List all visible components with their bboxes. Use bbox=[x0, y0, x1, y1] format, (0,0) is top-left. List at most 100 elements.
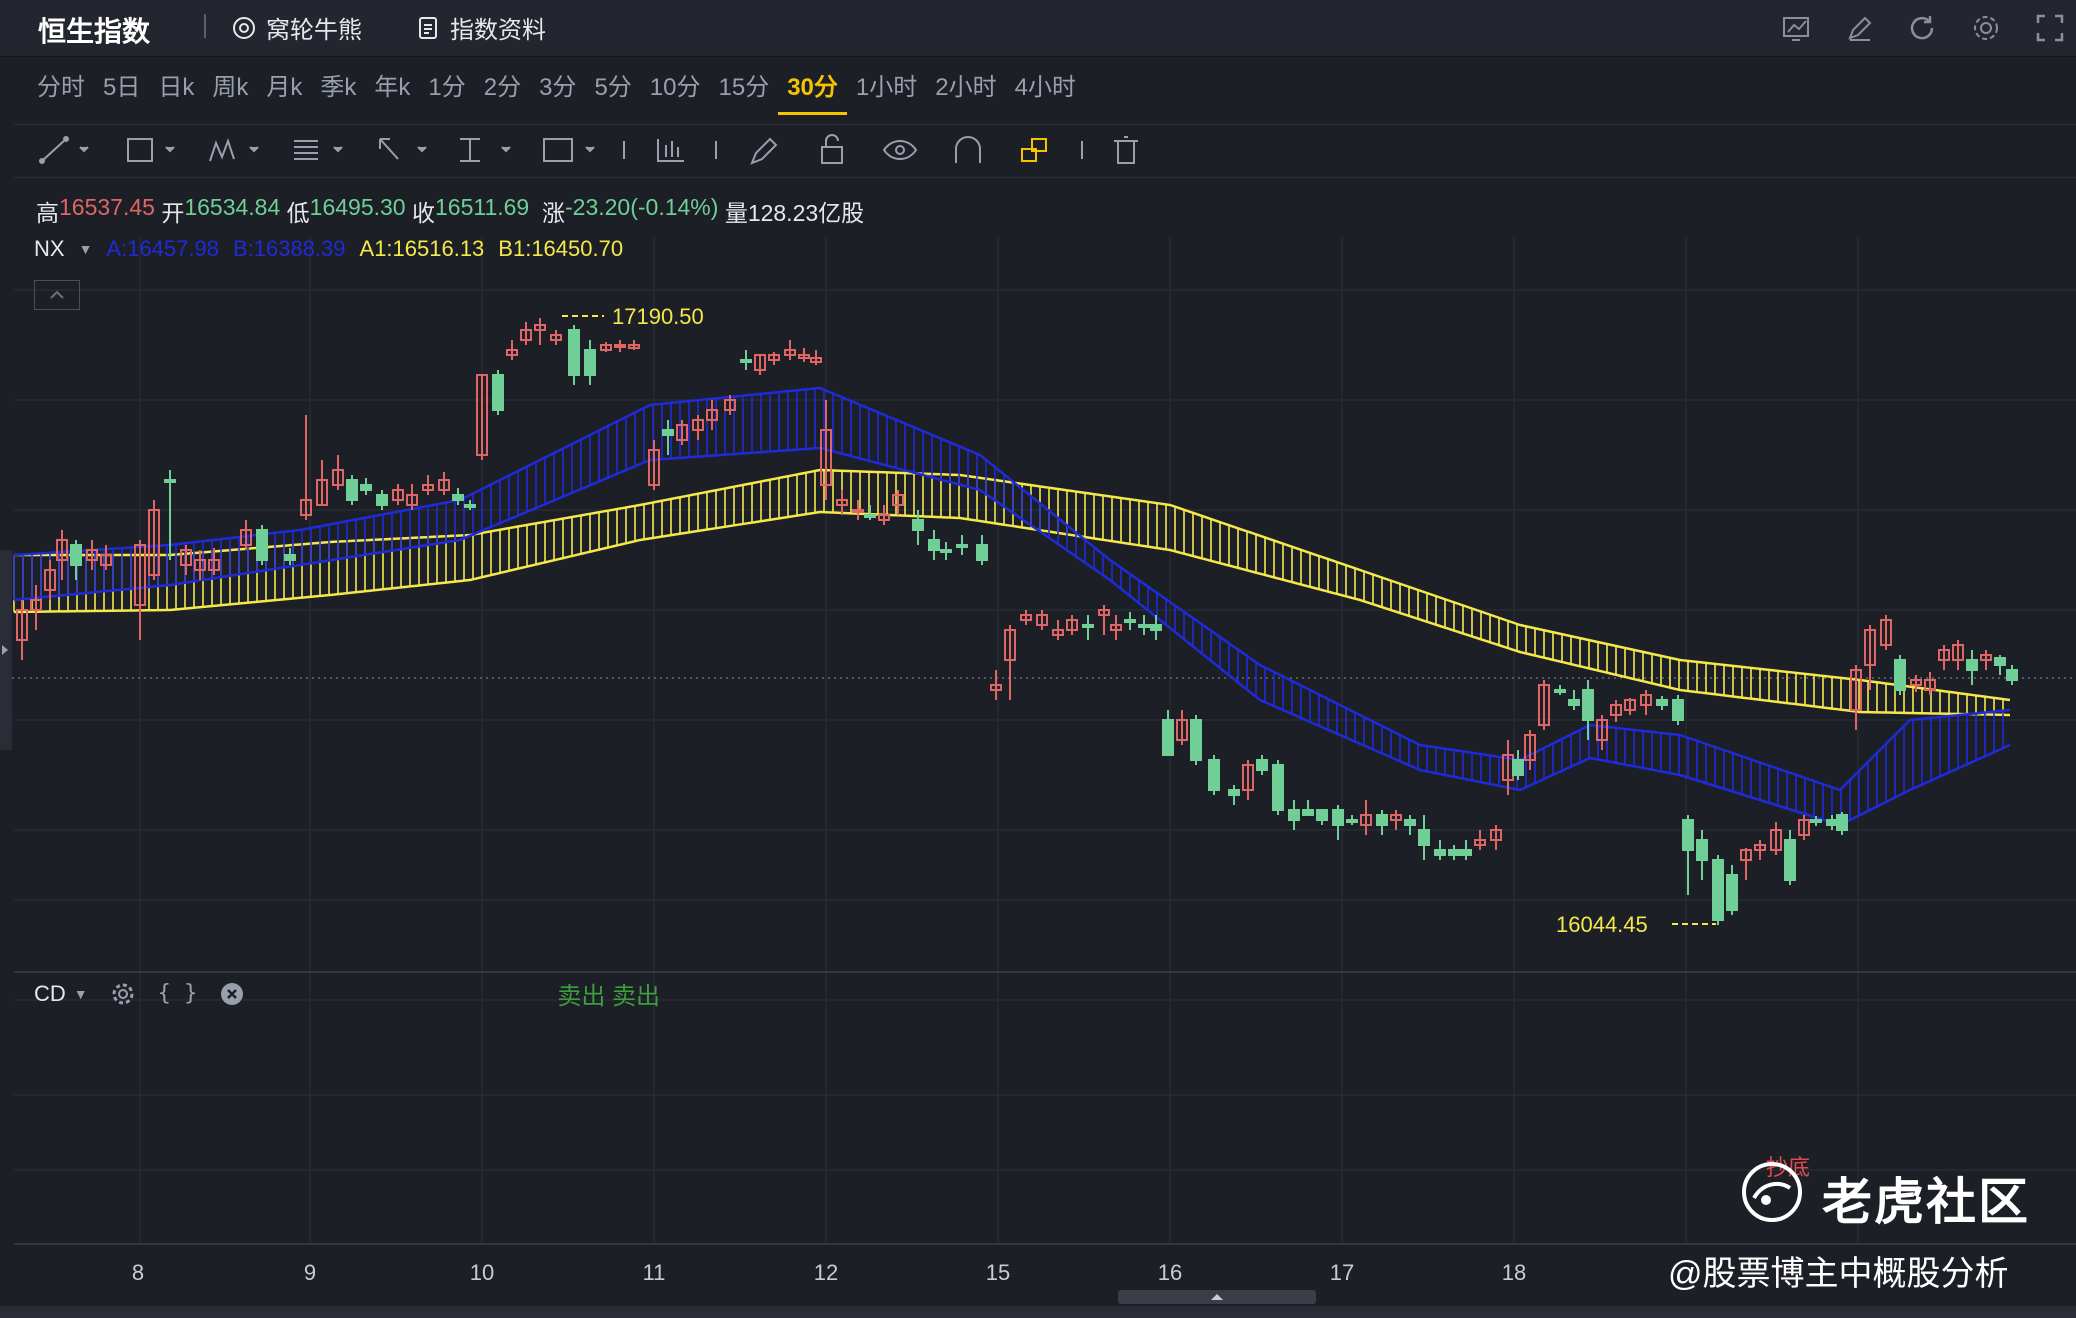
close-value: 16511.69 bbox=[434, 194, 530, 220]
eye-icon[interactable] bbox=[882, 140, 918, 160]
sub-indicator-name[interactable]: CD bbox=[34, 981, 66, 1007]
indicator-row: NX ▼ A:16457.98 B:16388.39 A1:16516.13 B… bbox=[34, 236, 623, 262]
candle-body bbox=[1124, 619, 1136, 623]
volume-label: 量 bbox=[724, 200, 748, 226]
magnet-icon[interactable] bbox=[955, 136, 981, 163]
candle-body bbox=[568, 329, 580, 376]
period-tab[interactable]: 2分 bbox=[475, 72, 530, 112]
candle-body bbox=[1894, 659, 1906, 691]
candle-body bbox=[1836, 814, 1848, 831]
link-icon[interactable] bbox=[1021, 138, 1047, 162]
document-icon bbox=[419, 16, 437, 39]
indicator-a1: A1:16516.13 bbox=[359, 236, 485, 261]
index-info-button[interactable]: 指数资料 bbox=[414, 10, 546, 45]
candle-body bbox=[1582, 689, 1594, 721]
change-label: 涨 bbox=[542, 200, 565, 226]
period-tab[interactable]: 月k bbox=[257, 72, 311, 112]
ohlc-info: 高 16537.45 开 16534.84 低 16495.30 收 16511.69 … bbox=[36, 194, 864, 228]
period-tab[interactable]: 季k bbox=[311, 72, 365, 112]
fullscreen-icon[interactable] bbox=[2034, 12, 2066, 44]
measure-icon[interactable] bbox=[460, 138, 511, 162]
high-value: 16537.45 bbox=[59, 194, 155, 220]
warrant-button[interactable]: 窝轮牛熊 bbox=[230, 10, 362, 45]
candle-body bbox=[1696, 839, 1708, 861]
warrant-icon bbox=[233, 16, 255, 39]
indicator-name[interactable]: NX bbox=[34, 236, 65, 262]
period-tab[interactable]: 1分 bbox=[419, 72, 474, 112]
candle-body bbox=[1512, 759, 1524, 776]
trendline-icon[interactable] bbox=[39, 136, 89, 164]
yellow-band-upper bbox=[14, 468, 2011, 702]
candle-body bbox=[1568, 699, 1580, 706]
gear-icon[interactable] bbox=[110, 981, 136, 1007]
period-tab[interactable]: 1小时 bbox=[847, 72, 926, 112]
candle-body bbox=[1810, 819, 1822, 823]
period-tab[interactable]: 2小时 bbox=[926, 72, 1005, 112]
period-tab[interactable]: 日k bbox=[149, 72, 203, 112]
period-tab[interactable]: 年k bbox=[365, 72, 419, 112]
period-tab[interactable]: 分时 bbox=[28, 72, 94, 112]
draw-icon[interactable] bbox=[1844, 12, 1876, 44]
lock-icon[interactable] bbox=[821, 134, 843, 164]
open-label: 开 bbox=[161, 200, 185, 226]
rectangle-icon[interactable] bbox=[127, 138, 175, 162]
low-value: 16495.30 bbox=[309, 194, 406, 220]
candle-body bbox=[1712, 859, 1724, 921]
close-label: 收 bbox=[411, 200, 435, 226]
candle-body bbox=[1460, 849, 1472, 856]
candle-body bbox=[662, 429, 674, 436]
chevron-down-icon[interactable]: ▼ bbox=[79, 241, 93, 257]
collapse-button[interactable] bbox=[34, 280, 80, 310]
period-tab[interactable]: 4小时 bbox=[1006, 72, 1085, 112]
fib-icon[interactable] bbox=[294, 140, 343, 160]
arrow-icon[interactable] bbox=[379, 138, 427, 160]
candle-body bbox=[976, 544, 988, 561]
period-tab[interactable]: 30分 bbox=[778, 72, 847, 115]
sell-signals: 卖出 卖出 bbox=[557, 983, 661, 1010]
x-tick-label: 15 bbox=[986, 1260, 1010, 1285]
candlestick-chart[interactable]: 17190.50 16044.45 8 9 10 11 12 15 16 17 18 bbox=[0, 236, 2076, 1318]
scroll-handle[interactable] bbox=[1118, 1290, 1316, 1304]
tiger-logo-icon bbox=[1742, 1162, 1802, 1222]
settings-icon[interactable] bbox=[1970, 12, 2002, 44]
candle-body bbox=[1434, 849, 1446, 856]
x-tick-label: 12 bbox=[814, 1260, 838, 1285]
candle-body bbox=[1332, 809, 1344, 826]
sub-indicator-row: CD ▼ { } 卖出 卖出 bbox=[34, 976, 660, 1011]
candle-body bbox=[1448, 849, 1460, 856]
candle-body bbox=[912, 519, 924, 531]
candle-body bbox=[376, 494, 388, 506]
candle-body bbox=[452, 494, 464, 501]
candle-body bbox=[928, 539, 940, 551]
pattern-icon[interactable] bbox=[209, 138, 259, 162]
title-bar: 恒生指数 窝轮牛熊 指数资料 bbox=[0, 0, 2076, 57]
chart-icon[interactable] bbox=[1780, 12, 1812, 44]
refresh-icon[interactable] bbox=[1906, 12, 1938, 44]
candle-body bbox=[1826, 819, 1838, 826]
period-tab[interactable]: 周k bbox=[203, 72, 257, 112]
pencil-icon[interactable] bbox=[750, 137, 778, 165]
candle-body bbox=[284, 554, 296, 561]
change-value: -23.20(-0.14%) bbox=[565, 194, 719, 220]
period-tab[interactable]: 5分 bbox=[585, 72, 640, 112]
page-title: 恒生指数 bbox=[38, 16, 151, 47]
candle-body bbox=[492, 374, 504, 411]
period-tab[interactable]: 15分 bbox=[710, 72, 779, 112]
period-tab[interactable]: 5日 bbox=[94, 72, 149, 112]
bars-icon[interactable] bbox=[657, 139, 684, 162]
chevron-down-icon[interactable]: ▼ bbox=[74, 986, 88, 1002]
candle-body bbox=[70, 544, 82, 566]
text-icon[interactable] bbox=[543, 138, 595, 162]
close-icon[interactable] bbox=[219, 981, 245, 1007]
candle-body bbox=[864, 514, 876, 518]
trash-icon[interactable] bbox=[1114, 136, 1138, 164]
candle-body bbox=[1376, 814, 1388, 826]
warrant-label: 窝轮牛熊 bbox=[266, 17, 362, 44]
volume-value: 128.23亿股 bbox=[747, 200, 865, 226]
candle-body bbox=[1138, 624, 1150, 628]
period-tab[interactable]: 3分 bbox=[530, 72, 585, 112]
indicator-a: A:16457.98 bbox=[106, 236, 219, 261]
period-tab[interactable]: 10分 bbox=[641, 72, 710, 112]
candle-body bbox=[1082, 624, 1094, 628]
code-icon[interactable]: { } bbox=[158, 981, 198, 1006]
